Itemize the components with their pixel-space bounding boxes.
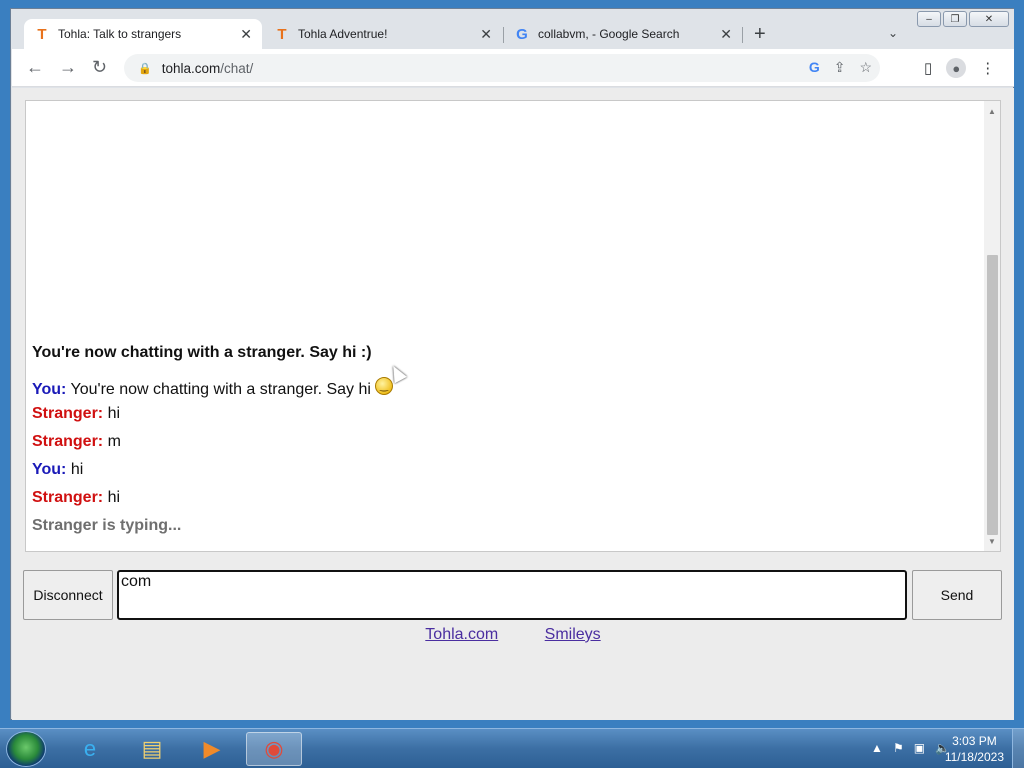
sender-label: You: [32, 461, 67, 478]
bookmark-star-icon[interactable]: ☆ [859, 59, 872, 76]
close-tab-icon[interactable]: ✕ [720, 26, 732, 43]
disconnect-button[interactable]: Disconnect [23, 570, 113, 620]
send-button[interactable]: Send [912, 570, 1002, 620]
message-text: m [107, 433, 121, 450]
message-text: hi [107, 405, 121, 422]
forward-icon[interactable]: → [59, 57, 77, 78]
message-text: hi [107, 489, 121, 506]
sender-label: Stranger: [32, 405, 104, 422]
tab-search-chevron-icon[interactable]: ⌄ [888, 26, 898, 40]
clock-time: 3:03 PM [952, 734, 997, 748]
tab-title: collabvm, - Google Search [538, 27, 680, 41]
internet-explorer-icon[interactable]: e [62, 732, 118, 766]
side-panel-icon[interactable]: ▯ [924, 59, 932, 77]
message-row: You: You're now chatting with a stranger… [32, 377, 972, 405]
system-tray: ▲ ⚑ ▣ 🔈 [871, 741, 950, 755]
tab-title: Tohla Adventrue! [298, 27, 388, 41]
google-lens-icon[interactable]: G [809, 59, 820, 76]
url-host: tohla.com [161, 60, 221, 76]
smileys-link[interactable]: Smileys [545, 626, 601, 643]
tab-strip: T Tohla: Talk to strangers ✕ T Tohla Adv… [12, 9, 1014, 49]
chrome-icon[interactable]: ◉ [246, 732, 302, 766]
sender-label: You: [32, 381, 67, 398]
file-explorer-icon[interactable]: ▤ [124, 732, 180, 766]
new-tab-icon[interactable]: + [754, 23, 766, 46]
message-row: Stranger: m [32, 433, 972, 461]
message-text: hi [70, 461, 84, 478]
scroll-down-arrow-icon[interactable]: ▼ [984, 533, 1000, 549]
start-button[interactable] [6, 731, 46, 767]
browser-toolbar: ← → ↻ 🔒 tohla.com/chat/ G ⇪ ☆ ▯ ● ⋮ [12, 49, 1014, 87]
minimize-icon[interactable]: ‒ [917, 11, 941, 27]
action-center-icon[interactable]: ⚑ [893, 741, 904, 755]
window-controls: ‒ ❐ ✕ [917, 11, 1009, 27]
close-tab-icon[interactable]: ✕ [480, 26, 492, 43]
share-icon[interactable]: ⇪ [834, 59, 846, 76]
close-window-icon[interactable]: ✕ [969, 11, 1009, 27]
browser-window: T Tohla: Talk to strangers ✕ T Tohla Adv… [10, 8, 1014, 720]
tohla-favicon-icon: T [277, 25, 287, 43]
lock-icon: 🔒 [138, 62, 152, 75]
windows-taskbar: e ▤ ▶ ◉ ▲ ⚑ ▣ 🔈 3:03 PM 11/18/2023 [0, 728, 1024, 768]
scroll-up-arrow-icon[interactable]: ▲ [984, 103, 1000, 119]
message-input[interactable]: com [117, 570, 907, 620]
network-icon[interactable]: ▣ [914, 741, 925, 755]
profile-avatar-icon[interactable]: ● [946, 58, 967, 78]
reload-icon[interactable]: ↻ [92, 57, 107, 78]
clock-date: 11/18/2023 [944, 750, 1004, 764]
tab-tohla-chat[interactable]: T Tohla: Talk to strangers ✕ [24, 19, 262, 49]
message-row: Stranger: hi [32, 489, 972, 517]
footer-links: Tohla.com Smileys [12, 626, 1014, 644]
scrollbar-thumb[interactable] [987, 255, 998, 535]
chat-controls: Disconnect com Send [23, 570, 1003, 620]
message-list: You're now chatting with a stranger. Say… [32, 344, 972, 545]
close-tab-icon[interactable]: ✕ [240, 26, 252, 43]
chat-log: You're now chatting with a stranger. Say… [25, 100, 1001, 552]
tohla-link[interactable]: Tohla.com [425, 626, 498, 643]
tab-google-search[interactable]: G collabvm, - Google Search ✕ [504, 19, 742, 49]
address-bar[interactable]: 🔒 tohla.com/chat/ G ⇪ ☆ [124, 54, 880, 82]
tab-tohla-adventure[interactable]: T Tohla Adventrue! ✕ [264, 19, 502, 49]
tohla-favicon-icon: T [37, 25, 47, 43]
sender-label: Stranger: [32, 489, 104, 506]
tab-separator [742, 27, 743, 43]
media-player-icon[interactable]: ▶ [184, 732, 240, 766]
show-desktop-button[interactable] [1012, 729, 1024, 768]
google-favicon-icon: G [516, 25, 528, 43]
sender-label: Stranger: [32, 433, 104, 450]
system-clock[interactable]: 3:03 PM 11/18/2023 [945, 733, 1004, 765]
chat-scrollbar[interactable]: ▲ ▼ [984, 101, 1000, 551]
message-row: You: hi [32, 461, 972, 489]
chat-page: You're now chatting with a stranger. Say… [12, 88, 1014, 720]
smiley-icon [374, 377, 393, 395]
menu-kebab-icon[interactable]: ⋮ [980, 59, 995, 77]
url-path: /chat/ [220, 60, 254, 76]
show-hidden-icons-icon[interactable]: ▲ [871, 741, 883, 755]
message-text: You're now chatting with a stranger. Say… [70, 381, 371, 398]
maximize-icon[interactable]: ❐ [943, 11, 967, 27]
typing-indicator: Stranger is typing... [32, 517, 182, 534]
back-icon[interactable]: ← [26, 57, 44, 78]
status-message: You're now chatting with a stranger. Say… [32, 344, 372, 361]
message-row: Stranger: hi [32, 405, 972, 433]
tab-title: Tohla: Talk to strangers [58, 27, 182, 41]
